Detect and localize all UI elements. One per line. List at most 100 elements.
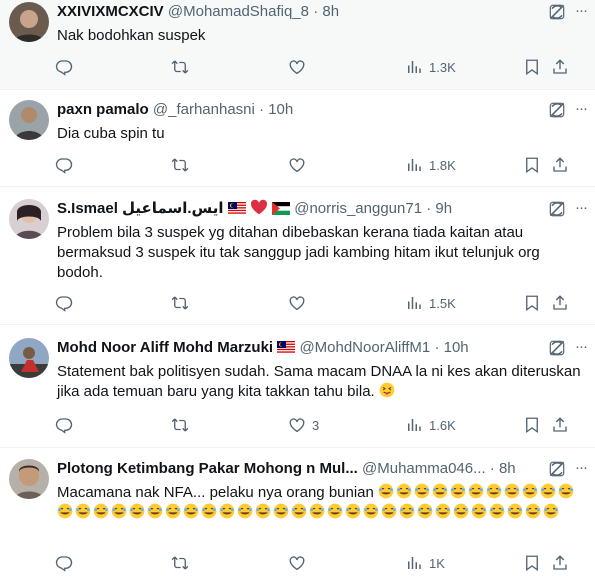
bookmark-button[interactable] — [523, 553, 541, 573]
tweet-actions: 1K — [55, 553, 575, 573]
rofl-emoji-icon — [75, 503, 91, 519]
bookmark-icon — [523, 294, 541, 312]
tweet[interactable]: Plotong Ketimbang Pakar Mohong n Mul... … — [0, 448, 595, 580]
more-icon[interactable]: ··· — [571, 199, 591, 219]
rofl-emoji-icon — [237, 503, 253, 519]
tweet-actions: 3 1.6K — [55, 415, 575, 435]
share-button[interactable] — [551, 57, 569, 77]
reply-icon — [55, 416, 73, 434]
grok-icon[interactable] — [547, 459, 567, 479]
share-button[interactable] — [551, 155, 569, 175]
tweet-text: Problem bila 3 suspek yg ditahan dibebas… — [57, 224, 540, 281]
reply-button[interactable] — [55, 155, 79, 175]
user-handle[interactable]: @norris_anggun71 — [294, 200, 422, 217]
bookmark-button[interactable] — [523, 293, 541, 313]
user-handle[interactable]: @_farhanhasni — [153, 101, 255, 118]
rofl-emoji-icon — [414, 483, 430, 499]
tweet[interactable]: XXIVIXMCXCIV @MohamadShafiq_8 · 8h ··· N… — [0, 0, 595, 90]
avatar[interactable] — [9, 2, 49, 42]
rofl-emoji-icon — [489, 503, 505, 519]
avatar[interactable] — [9, 459, 49, 499]
display-name[interactable]: S.Ismael ايس.اسماعيل — [57, 200, 224, 217]
avatar[interactable] — [9, 199, 49, 239]
rofl-emoji-icon — [468, 483, 484, 499]
tweet[interactable]: Mohd Noor Aliff Mohd Marzuki @MohdNoorAl… — [0, 325, 595, 448]
rofl-emoji-icon — [540, 483, 556, 499]
timestamp[interactable]: 9h — [435, 200, 452, 217]
bookmark-button[interactable] — [523, 155, 541, 175]
share-icon — [551, 156, 569, 174]
retweet-button[interactable] — [171, 553, 195, 573]
retweet-button[interactable] — [171, 57, 195, 77]
grok-icon[interactable] — [547, 2, 567, 22]
heart-icon — [288, 294, 306, 312]
malaysia-flag-icon — [227, 202, 246, 215]
bookmark-icon — [523, 58, 541, 76]
user-handle[interactable]: @MohdNoorAliffM1 — [299, 339, 430, 356]
tweet[interactable]: paxn pamalo @_farhanhasni · 10h ··· Dia … — [0, 90, 595, 187]
retweet-button[interactable] — [171, 415, 195, 435]
rofl-emoji-icon — [201, 503, 217, 519]
more-icon[interactable]: ··· — [571, 2, 591, 22]
reply-feed: XXIVIXMCXCIV @MohamadShafiq_8 · 8h ··· N… — [0, 0, 595, 580]
reply-button[interactable] — [55, 293, 79, 313]
like-button[interactable]: 3 — [288, 415, 319, 435]
reply-icon — [55, 554, 73, 572]
reply-button[interactable] — [55, 553, 79, 573]
views-icon — [405, 156, 423, 174]
views-count: 1.8K — [429, 157, 456, 173]
grok-icon[interactable] — [547, 199, 567, 219]
reply-button[interactable] — [55, 57, 79, 77]
reply-button[interactable] — [55, 415, 79, 435]
avatar[interactable] — [9, 338, 49, 378]
like-button[interactable] — [288, 553, 312, 573]
tweet-actions: 1.8K — [55, 155, 575, 175]
retweet-icon — [171, 156, 189, 174]
grok-icon[interactable] — [547, 338, 567, 358]
timestamp[interactable]: 10h — [444, 339, 469, 356]
retweet-button[interactable] — [171, 155, 195, 175]
share-button[interactable] — [551, 415, 569, 435]
avatar[interactable] — [9, 100, 49, 140]
more-icon[interactable]: ··· — [571, 459, 591, 479]
views-count: 1.6K — [429, 417, 456, 433]
views-button[interactable]: 1K — [405, 553, 445, 573]
rofl-emoji-icon — [396, 483, 412, 499]
tweet[interactable]: S.Ismael ايس.اسماعيل @norris_anggun71 · … — [0, 187, 595, 325]
heart-icon — [288, 58, 306, 76]
display-name[interactable]: paxn pamalo — [57, 101, 149, 118]
bookmark-button[interactable] — [523, 415, 541, 435]
like-button[interactable] — [288, 155, 312, 175]
share-button[interactable] — [551, 293, 569, 313]
display-name[interactable]: Mohd Noor Aliff Mohd Marzuki — [57, 339, 273, 356]
views-button[interactable]: 1.3K — [405, 57, 456, 77]
more-icon[interactable]: ··· — [571, 100, 591, 120]
views-count: 1.3K — [429, 59, 456, 75]
bookmark-button[interactable] — [523, 57, 541, 77]
views-button[interactable]: 1.5K — [405, 293, 456, 313]
rofl-emoji-icon — [435, 503, 451, 519]
views-icon — [405, 416, 423, 434]
rofl-emoji-icon — [471, 503, 487, 519]
reply-icon — [55, 58, 73, 76]
views-button[interactable]: 1.8K — [405, 155, 456, 175]
more-icon[interactable]: ··· — [571, 338, 591, 358]
like-button[interactable] — [288, 293, 312, 313]
like-count: 3 — [312, 417, 320, 433]
grok-icon[interactable] — [547, 100, 567, 120]
display-name[interactable]: XXIVIXMCXCIV — [57, 3, 164, 20]
timestamp[interactable]: 8h — [322, 3, 339, 20]
display-name[interactable]: Plotong Ketimbang Pakar Mohong n Mul... — [57, 460, 358, 477]
user-handle[interactable]: @MohamadShafiq_8 — [168, 3, 309, 20]
rofl-emoji-icon — [165, 503, 181, 519]
timestamp[interactable]: 8h — [499, 460, 516, 477]
views-button[interactable]: 1.6K — [405, 415, 456, 435]
share-button[interactable] — [551, 553, 569, 573]
like-button[interactable] — [288, 57, 312, 77]
retweet-icon — [171, 294, 189, 312]
rofl-emoji-icon — [543, 503, 559, 519]
bookmark-icon — [523, 416, 541, 434]
retweet-button[interactable] — [171, 293, 195, 313]
user-handle[interactable]: @Muhamma046... — [362, 460, 486, 477]
timestamp[interactable]: 10h — [268, 101, 293, 118]
